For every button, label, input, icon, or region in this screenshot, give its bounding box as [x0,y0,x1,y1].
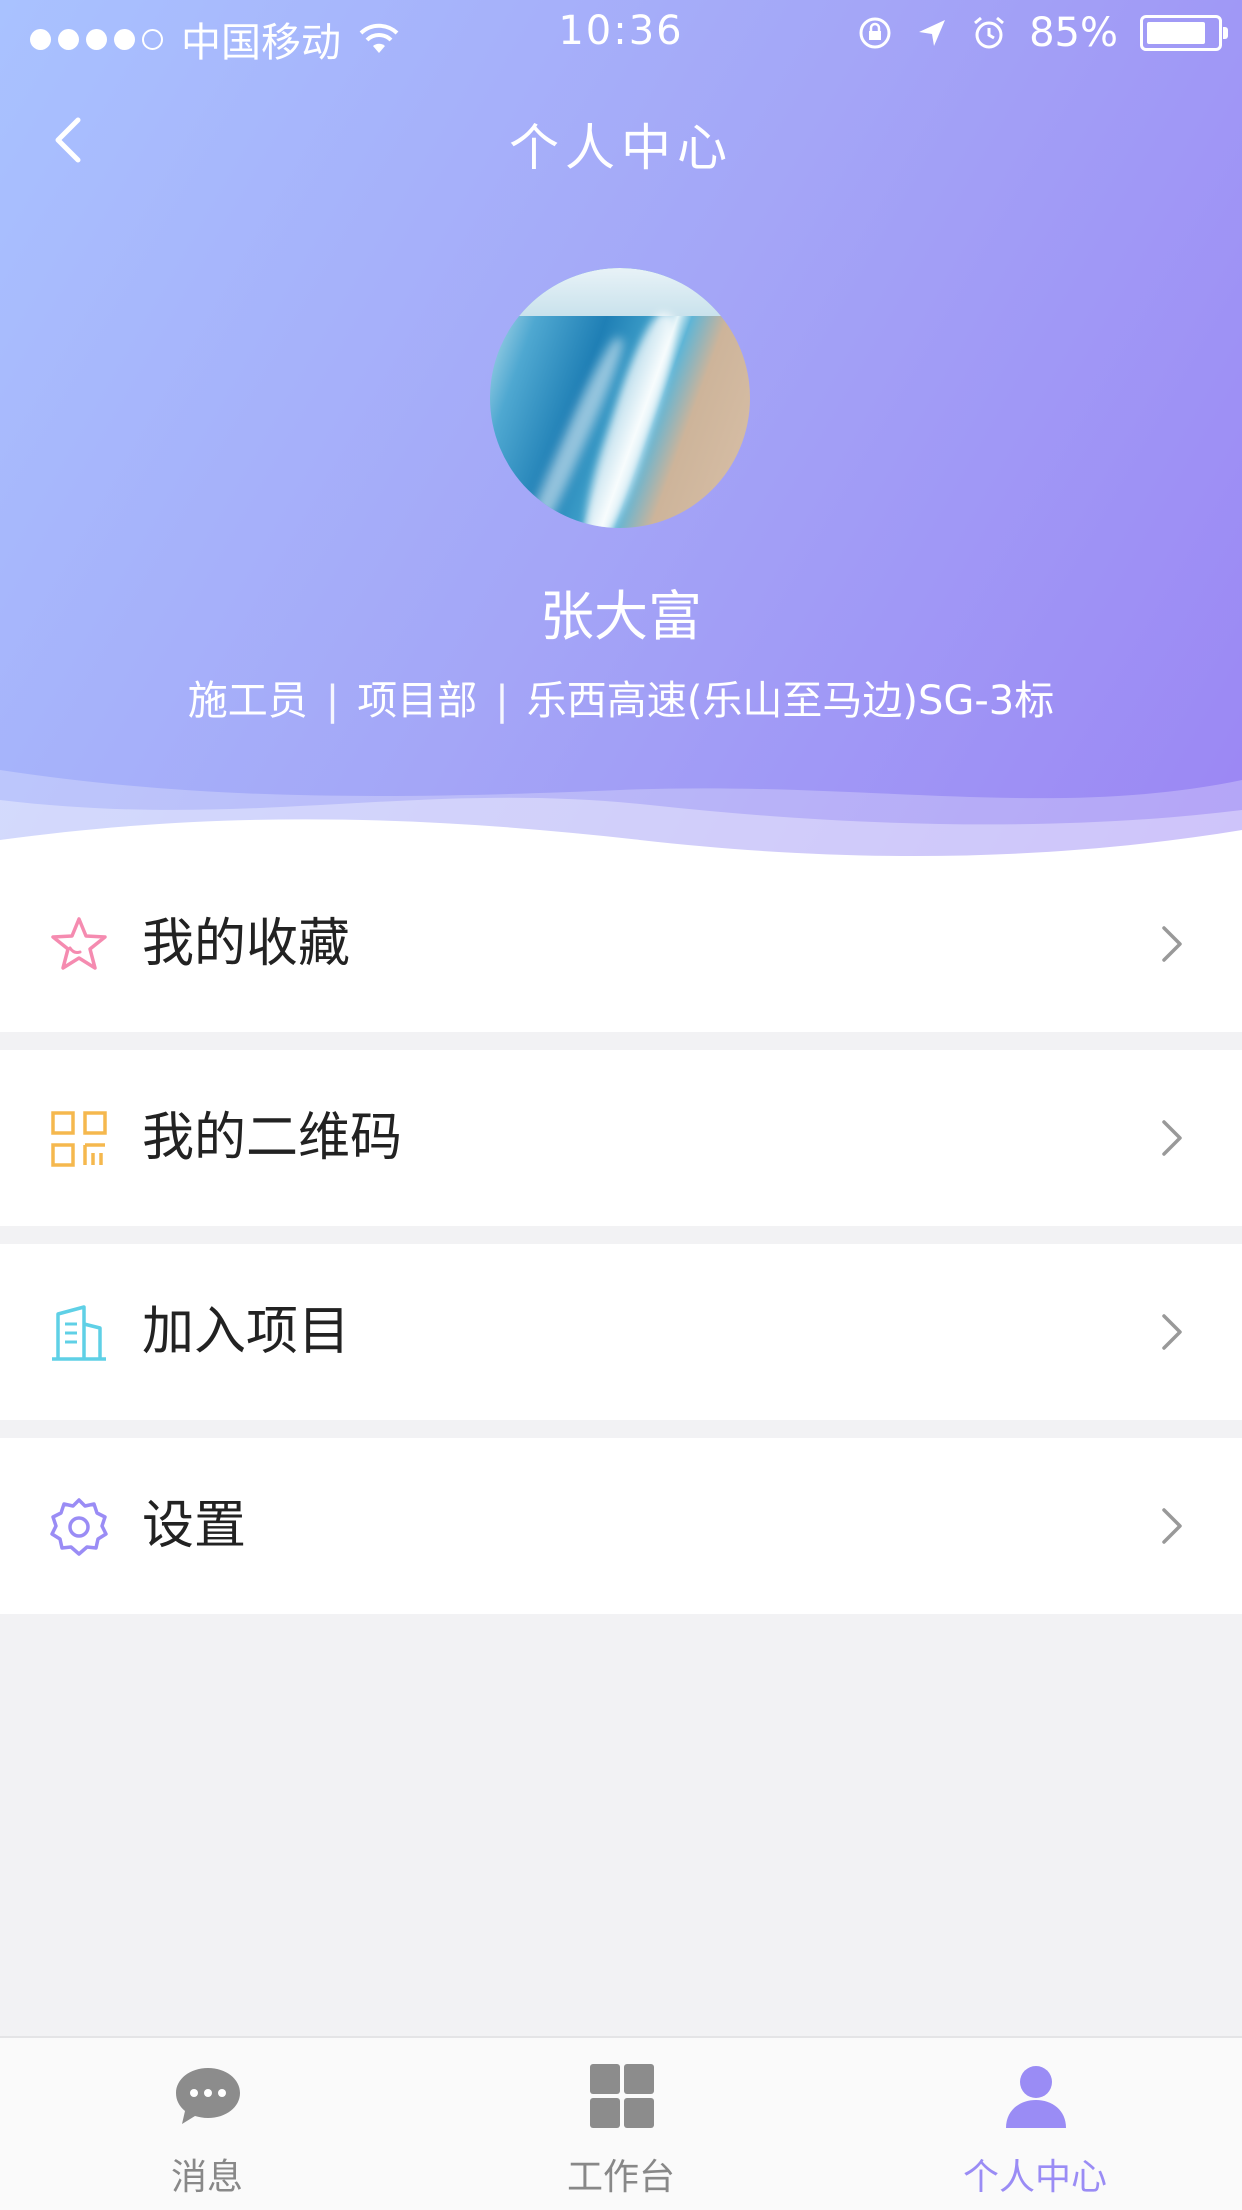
alarm-icon [974,16,1005,49]
status-right: 85% [857,10,1228,56]
qr-code-icon [51,1111,107,1167]
user-role: 施工员 [187,678,308,724]
menu-item-favorites[interactable]: 我的收藏 [0,856,1242,1032]
building-icon [52,1305,106,1361]
battery-icon [1140,15,1228,51]
menu-item-join-project[interactable]: 加入项目 [0,1244,1242,1420]
menu-item-label: 我的二维码 [142,1108,403,1168]
battery-percent: 85% [1029,10,1118,56]
user-name: 张大富 [540,585,702,648]
info-separator: | [495,678,509,724]
grid-icon [590,2064,654,2128]
gear-icon [50,1498,108,1556]
user-info: 施工员 | 项目部 | 乐西高速(乐山至马边)SG-3标 [0,668,1242,726]
page-title: 个人中心 [509,119,733,177]
menu-item-label: 我的收藏 [142,914,351,974]
user-project: 乐西高速(乐山至马边)SG-3标 [526,678,1055,724]
tab-messages[interactable]: 消息 [0,2038,414,2210]
profile-header: 中国移动 10:36 85% 个人中心 张大富 施工员 | 项目部 | 乐西高速… [0,0,1242,870]
menu-item-label: 设置 [142,1496,247,1556]
location-arrow-icon [919,20,946,46]
tab-bar: 消息 工作台 个人中心 [0,2036,1242,2210]
chevron-right-icon [1162,1120,1182,1156]
rotation-lock-icon [859,17,891,49]
status-bar: 中国移动 10:36 85% [0,0,1242,66]
battery-fill [1147,22,1205,44]
tab-profile[interactable]: 个人中心 [828,2038,1242,2210]
tab-label: 个人中心 [962,2157,1107,2198]
info-separator: | [325,678,340,724]
user-department: 项目部 [357,678,478,724]
chevron-right-icon [1162,1314,1182,1350]
tab-label: 工作台 [566,2157,675,2198]
avatar[interactable] [490,268,750,528]
chevron-right-icon [1162,926,1182,962]
header-wave [0,770,1242,870]
menu-item-settings[interactable]: 设置 [0,1438,1242,1614]
menu-item-label: 加入项目 [142,1302,351,1362]
star-icon [51,917,107,970]
tab-workbench[interactable]: 工作台 [414,2038,828,2210]
tab-label: 消息 [170,2157,243,2198]
menu-item-qr-code[interactable]: 我的二维码 [0,1050,1242,1226]
person-icon [1006,2066,1066,2128]
nav-bar: 个人中心 [0,90,1242,190]
chevron-right-icon [1162,1508,1182,1544]
chat-bubble-icon [176,2068,240,2124]
